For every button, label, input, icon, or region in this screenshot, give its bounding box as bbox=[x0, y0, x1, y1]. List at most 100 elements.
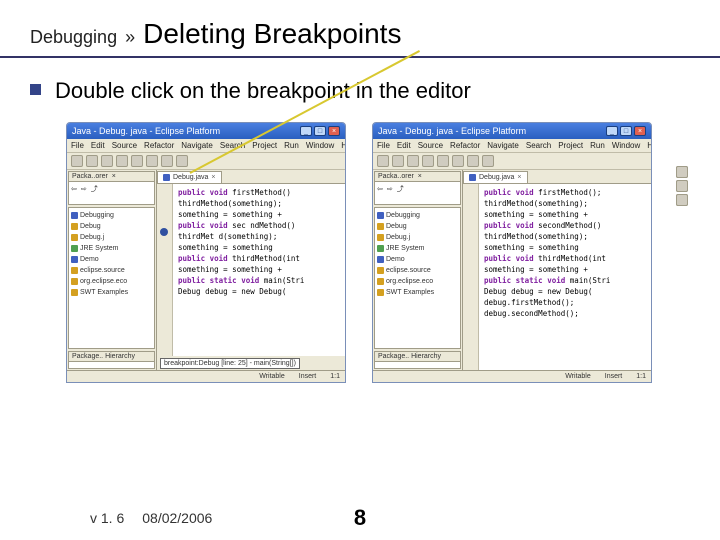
tool-icon[interactable] bbox=[176, 155, 188, 167]
panel-tab[interactable]: Packa..orer× bbox=[69, 172, 154, 182]
tool-icon[interactable] bbox=[437, 155, 449, 167]
code-text[interactable]: public void firstMethod(); thirdMethod(s… bbox=[479, 184, 651, 370]
folder-icon bbox=[377, 234, 384, 241]
menu-item[interactable]: File bbox=[71, 141, 84, 150]
menu-item[interactable]: Help bbox=[341, 141, 346, 150]
tool-icon[interactable] bbox=[101, 155, 113, 167]
folder-icon bbox=[71, 212, 78, 219]
back-icon[interactable]: ⇦ bbox=[71, 184, 77, 195]
folder-icon bbox=[71, 278, 78, 285]
code-editor[interactable]: public void firstMethod() thirdMethod(so… bbox=[157, 184, 345, 356]
tool-icon[interactable] bbox=[422, 155, 434, 167]
breakpoint-marker[interactable] bbox=[160, 228, 168, 236]
menu-item[interactable]: Refactor bbox=[450, 141, 480, 150]
bottom-left-tabs[interactable]: Package.. Hierarchy bbox=[68, 351, 155, 369]
close-icon[interactable]: × bbox=[418, 173, 422, 180]
tree-item[interactable]: Debug.j bbox=[377, 232, 458, 243]
tree-item[interactable]: eclipse.source bbox=[71, 265, 152, 276]
menu-item[interactable]: Edit bbox=[91, 141, 105, 150]
window-titlebar[interactable]: Java - Debug. java - Eclipse Platform _ … bbox=[373, 123, 651, 139]
tool-icon[interactable] bbox=[161, 155, 173, 167]
tool-icon[interactable] bbox=[377, 155, 389, 167]
tree-item[interactable]: eclipse.source bbox=[377, 265, 458, 276]
nav-buttons-panel: Packa..orer× ⇦ ⇨ ⤴ bbox=[68, 171, 155, 205]
menu-item[interactable]: Refactor bbox=[144, 141, 174, 150]
window-titlebar[interactable]: Java - Debug. java - Eclipse Platform _ … bbox=[67, 123, 345, 139]
panel-tab[interactable]: Packa..orer× bbox=[375, 172, 460, 182]
tree-item[interactable]: org.eclipse.eco bbox=[71, 276, 152, 287]
forward-icon[interactable]: ⇨ bbox=[387, 184, 393, 195]
window-buttons: _ □ × bbox=[606, 126, 646, 136]
tree-label: Demo bbox=[386, 254, 405, 265]
tree-label: eclipse.source bbox=[386, 265, 431, 276]
tree-item[interactable]: JRE System bbox=[71, 243, 152, 254]
menu-item[interactable]: Edit bbox=[397, 141, 411, 150]
minimize-button[interactable]: _ bbox=[300, 126, 312, 136]
menu-item[interactable]: Run bbox=[590, 141, 605, 150]
tree-item[interactable]: SWT Examples bbox=[377, 287, 458, 298]
code-editor[interactable]: public void firstMethod(); thirdMethod(s… bbox=[463, 184, 651, 370]
back-icon[interactable]: ⇦ bbox=[377, 184, 383, 195]
maximize-button[interactable]: □ bbox=[620, 126, 632, 136]
package-explorer[interactable]: DebuggingDebugDebug.jJRE SystemDemoeclip… bbox=[374, 207, 461, 349]
up-icon[interactable]: ⤴ bbox=[91, 184, 98, 195]
menu-item[interactable]: Run bbox=[284, 141, 299, 150]
package-explorer[interactable]: DebuggingDebugDebug.jJRE SystemDemoeclip… bbox=[68, 207, 155, 349]
gutter[interactable] bbox=[463, 184, 479, 370]
menu-item[interactable]: Window bbox=[306, 141, 334, 150]
tool-icon[interactable] bbox=[131, 155, 143, 167]
tool-icon[interactable] bbox=[452, 155, 464, 167]
close-icon[interactable]: × bbox=[517, 174, 521, 181]
menu-bar: File Edit Source Refactor Navigate Search Proj… bbox=[373, 139, 651, 153]
tree-item[interactable]: Debug bbox=[71, 221, 152, 232]
tree-label: JRE System bbox=[80, 243, 119, 254]
tree-item[interactable]: Debug bbox=[377, 221, 458, 232]
folder-icon bbox=[377, 267, 384, 274]
tree-item[interactable]: JRE System bbox=[377, 243, 458, 254]
tree-item[interactable]: Demo bbox=[377, 254, 458, 265]
forward-icon[interactable]: ⇨ bbox=[81, 184, 87, 195]
minimize-button[interactable]: _ bbox=[606, 126, 618, 136]
menu-item[interactable]: Navigate bbox=[487, 141, 519, 150]
tool-icon[interactable] bbox=[467, 155, 479, 167]
menu-item[interactable]: Source bbox=[418, 141, 443, 150]
close-button[interactable]: × bbox=[634, 126, 646, 136]
tool-icon[interactable] bbox=[116, 155, 128, 167]
content: Double click on the breakpoint in the ed… bbox=[0, 58, 720, 383]
tree-item[interactable]: SWT Examples bbox=[71, 287, 152, 298]
tree-item[interactable]: Demo bbox=[71, 254, 152, 265]
tool-icon[interactable] bbox=[86, 155, 98, 167]
tree-item[interactable]: Debugging bbox=[71, 210, 152, 221]
maximize-button[interactable]: □ bbox=[314, 126, 326, 136]
gutter[interactable] bbox=[157, 184, 173, 356]
bottom-left-tabs[interactable]: Package.. Hierarchy bbox=[374, 351, 461, 369]
footer-page: 8 bbox=[354, 505, 366, 531]
toolbar bbox=[67, 153, 345, 170]
editor-tab[interactable]: Debug.java × bbox=[463, 171, 528, 183]
tool-icon[interactable] bbox=[482, 155, 494, 167]
content-assist-popup[interactable]: breakpoint:Debug [line: 25] - main(Strin… bbox=[160, 358, 300, 369]
tool-icon[interactable] bbox=[146, 155, 158, 167]
menu-item[interactable]: Help bbox=[647, 141, 652, 150]
tool-icon[interactable] bbox=[392, 155, 404, 167]
menu-item[interactable]: Project bbox=[252, 141, 277, 150]
menu-item[interactable]: Project bbox=[558, 141, 583, 150]
menu-item[interactable]: File bbox=[377, 141, 390, 150]
menu-item[interactable]: Navigate bbox=[181, 141, 213, 150]
tool-icon[interactable] bbox=[407, 155, 419, 167]
tree-item[interactable]: Debug.j bbox=[71, 232, 152, 243]
close-button[interactable]: × bbox=[328, 126, 340, 136]
breadcrumb: Debugging bbox=[30, 27, 117, 48]
menu-item[interactable]: Window bbox=[612, 141, 640, 150]
menu-item[interactable]: Source bbox=[112, 141, 137, 150]
status-insert: Insert bbox=[299, 373, 317, 380]
up-icon[interactable]: ⤴ bbox=[397, 184, 404, 195]
code-text[interactable]: public void firstMethod() thirdMethod(so… bbox=[173, 184, 345, 356]
folder-icon bbox=[377, 212, 384, 219]
tree-item[interactable]: org.eclipse.eco bbox=[377, 276, 458, 287]
menu-item[interactable]: Search bbox=[526, 141, 551, 150]
close-icon[interactable]: × bbox=[112, 173, 116, 180]
tree-item[interactable]: Debugging bbox=[377, 210, 458, 221]
close-icon[interactable]: × bbox=[211, 174, 215, 181]
tool-icon[interactable] bbox=[71, 155, 83, 167]
